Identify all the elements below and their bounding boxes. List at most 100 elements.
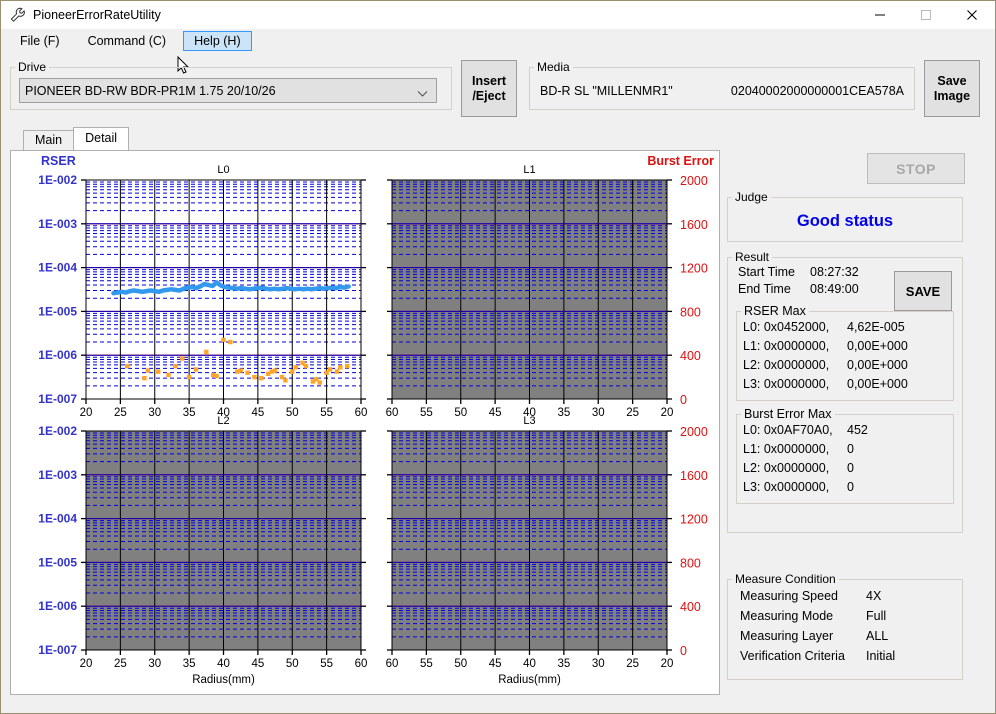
rser-value: 0,00E+000 (847, 377, 908, 391)
start-time-value: 08:27:32 (810, 265, 859, 279)
rser-value: 0,00E+000 (847, 358, 908, 372)
save-image-line2: Image (933, 88, 971, 103)
measure-row: Measuring Mode Full (728, 606, 962, 626)
menu-help[interactable]: Help (H) (183, 31, 252, 51)
measure-row: Measuring Layer ALL (728, 626, 962, 646)
window-controls (857, 1, 995, 28)
close-button[interactable] (949, 1, 995, 28)
svg-text:1E-004: 1E-004 (38, 261, 77, 275)
rser-row: L0: 0x0452000, 4,62E-005 (737, 318, 953, 337)
tab-main[interactable]: Main (23, 130, 75, 150)
measure-condition-legend: Measure Condition (735, 572, 836, 586)
svg-text:45: 45 (489, 658, 502, 670)
stop-button[interactable]: STOP (867, 153, 965, 184)
chevron-down-icon (417, 87, 428, 101)
end-time-value: 08:49:00 (810, 282, 859, 296)
media-legend: Media (537, 60, 570, 74)
burst-addr: L0: 0x0AF70A0, (743, 423, 833, 437)
end-time-label: End Time (738, 282, 791, 296)
rser-addr: L2: 0x0000000, (743, 358, 830, 372)
svg-text:50: 50 (454, 407, 467, 419)
svg-text:Radius(mm): Radius(mm) (498, 674, 561, 686)
svg-text:50: 50 (454, 658, 467, 670)
measure-key: Measuring Layer (740, 629, 834, 643)
drive-select[interactable]: PIONEER BD-RW BDR-PR1M 1.75 20/10/26 (19, 78, 437, 103)
svg-text:1E-007: 1E-007 (38, 643, 77, 657)
burst-error-max-group: Burst Error Max L0: 0x0AF70A0, 452 L1: 0… (736, 407, 954, 504)
svg-text:L1: L1 (523, 164, 535, 176)
save-image-button[interactable]: Save Image (924, 60, 980, 117)
svg-text:45: 45 (251, 407, 264, 419)
insert-eject-button[interactable]: Insert /Eject (461, 60, 517, 117)
menu-command[interactable]: Command (C) (77, 31, 178, 51)
svg-text:35: 35 (557, 658, 570, 670)
drive-select-value: PIONEER BD-RW BDR-PR1M 1.75 20/10/26 (25, 83, 276, 98)
svg-text:60: 60 (386, 407, 399, 419)
burst-row: L2: 0x0000000, 0 (737, 459, 953, 478)
rser-value: 4,62E-005 (847, 320, 905, 334)
drive-group: Drive PIONEER BD-RW BDR-PR1M 1.75 20/10/… (10, 60, 452, 110)
detail-body: L0 20 25 30 35 40 45 50 55 60 1E-002 1E-003 1E-004 1E… (10, 150, 986, 695)
svg-text:25: 25 (114, 407, 127, 419)
svg-text:45: 45 (489, 407, 502, 419)
save-image-line1: Save (937, 73, 967, 88)
burst-row: L0: 0x0AF70A0, 452 (737, 421, 953, 440)
media-code: 02040002000000001CEA578A (730, 84, 904, 98)
svg-text:1600: 1600 (680, 218, 708, 232)
rser-row: L1: 0x0000000, 0,00E+000 (737, 337, 953, 356)
measure-row: Measuring Speed 4X (728, 586, 962, 606)
burst-addr: L1: 0x0000000, (743, 442, 830, 456)
rser-max-legend: RSER Max (744, 304, 806, 318)
svg-text:Burst Error: Burst Error (647, 154, 714, 168)
svg-text:60: 60 (386, 658, 399, 670)
drive-media-row: Drive PIONEER BD-RW BDR-PR1M 1.75 20/10/… (1, 53, 995, 117)
media-info-row: BD-R SL "MILLENMR1" 02040002000000001CEA… (530, 76, 914, 106)
measure-key: Verification Criteria (740, 649, 845, 663)
rser-addr: L3: 0x0000000, (743, 377, 830, 391)
result-group: Result SAVE Start Time 08:27:32 End Time… (727, 250, 963, 533)
svg-text:400: 400 (680, 600, 701, 614)
svg-text:60: 60 (355, 658, 368, 670)
maximize-button[interactable] (903, 1, 949, 28)
svg-text:30: 30 (148, 658, 161, 670)
wrench-icon (7, 4, 29, 26)
svg-text:35: 35 (183, 407, 196, 419)
save-button[interactable]: SAVE (894, 271, 952, 311)
burst-addr: L2: 0x0000000, (743, 461, 830, 475)
svg-text:400: 400 (680, 349, 701, 363)
menu-file[interactable]: File (F) (9, 31, 71, 51)
window-title: PioneerErrorRateUtility (33, 7, 161, 22)
svg-text:30: 30 (148, 407, 161, 419)
judge-group: Judge Good status (727, 190, 963, 242)
measure-row: Verification Criteria Initial (728, 646, 962, 666)
svg-text:L2: L2 (217, 415, 229, 427)
burst-row: L1: 0x0000000, 0 (737, 440, 953, 459)
insert-eject-line1: Insert (471, 73, 507, 88)
svg-text:0: 0 (680, 644, 687, 658)
chart-panel: L0 20 25 30 35 40 45 50 55 60 1E-002 1E-003 1E-004 1E… (10, 150, 720, 695)
result-legend: Result (735, 250, 770, 264)
svg-text:1200: 1200 (680, 513, 708, 527)
svg-text:1E-003: 1E-003 (38, 217, 77, 231)
measure-key: Measuring Speed (740, 589, 838, 603)
measure-value: ALL (866, 629, 889, 643)
svg-text:RSER: RSER (41, 154, 76, 168)
menu-bar: File (F) Command (C) Help (H) (1, 29, 995, 74)
svg-text:1E-004: 1E-004 (38, 512, 77, 526)
minimize-button[interactable] (857, 1, 903, 28)
svg-text:55: 55 (320, 407, 333, 419)
judge-status: Good status (796, 212, 894, 230)
tab-detail[interactable]: Detail (73, 127, 130, 150)
media-name: BD-R SL "MILLENMR1" (540, 84, 673, 98)
svg-text:55: 55 (420, 407, 433, 419)
media-group: Media BD-R SL "MILLENMR1" 02040002000000… (529, 60, 915, 110)
svg-text:20: 20 (80, 658, 93, 670)
rser-row: L2: 0x0000000, 0,00E+000 (737, 356, 953, 375)
svg-text:800: 800 (680, 305, 701, 319)
svg-text:20: 20 (661, 658, 674, 670)
title-bar: PioneerErrorRateUtility (1, 1, 995, 29)
svg-text:2000: 2000 (680, 425, 708, 439)
measure-value: Full (866, 609, 887, 623)
svg-text:0: 0 (680, 393, 687, 407)
svg-text:1E-005: 1E-005 (38, 555, 77, 569)
